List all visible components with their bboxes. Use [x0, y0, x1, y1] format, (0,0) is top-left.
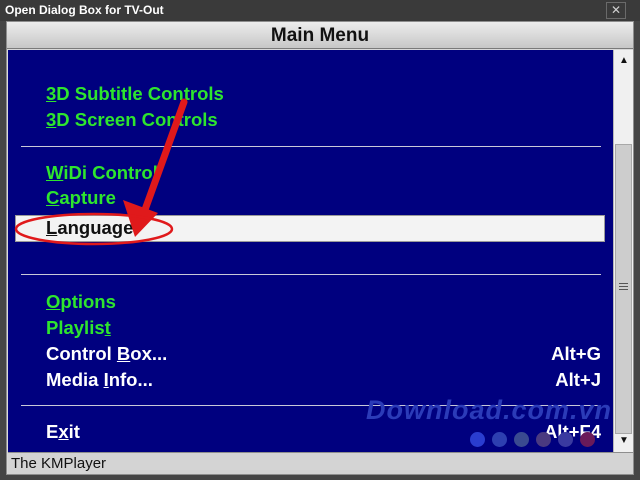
- window-title: Open Dialog Box for TV-Out: [5, 3, 164, 17]
- scroll-grip: [619, 283, 628, 284]
- main-menu-frame: Main Menu 3D Subtitle Controls 3D Screen…: [6, 21, 634, 475]
- annotation-overlay: [14, 98, 188, 246]
- menu-list: 3D Subtitle Controls 3D Screen Controls …: [8, 50, 613, 452]
- dialog-window: Open Dialog Box for TV-Out ✕ Main Menu 3…: [0, 0, 640, 480]
- close-icon[interactable]: ✕: [606, 2, 626, 19]
- menu-header: Main Menu: [7, 22, 633, 49]
- red-ellipse-icon: [14, 212, 174, 246]
- scrollbar-thumb[interactable]: [615, 144, 632, 434]
- vertical-scrollbar[interactable]: ▲ ▼: [613, 50, 633, 452]
- menu-title: Main Menu: [270, 25, 370, 46]
- scroll-grip: [619, 289, 628, 290]
- status-text: The KMPlayer: [11, 455, 107, 472]
- scroll-down-icon[interactable]: ▼: [616, 433, 632, 449]
- status-bar: The KMPlayer: [8, 452, 633, 474]
- scroll-grip: [619, 286, 628, 287]
- scroll-up-icon[interactable]: ▲: [616, 53, 632, 69]
- title-bar: Open Dialog Box for TV-Out ✕: [0, 0, 640, 21]
